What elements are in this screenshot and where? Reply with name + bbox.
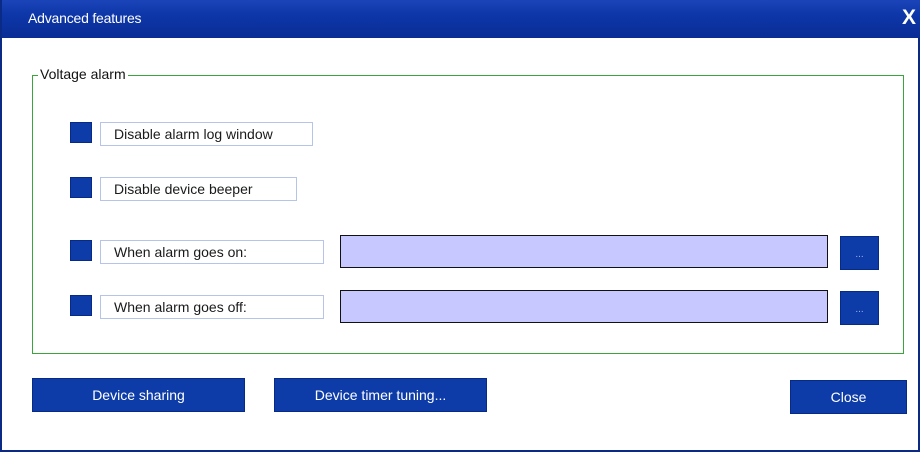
voltage-alarm-legend: Voltage alarm [38, 66, 128, 82]
title-bar[interactable]: Advanced features X [2, 0, 920, 38]
alarm-on-checkbox[interactable] [70, 240, 92, 261]
device-sharing-button[interactable]: Device sharing [32, 378, 245, 412]
alarm-on-command-field[interactable] [340, 235, 828, 268]
disable-device-beeper-checkbox[interactable] [70, 177, 92, 198]
close-icon[interactable]: X [900, 6, 918, 30]
disable-alarm-log-label: Disable alarm log window [100, 122, 313, 146]
window-title: Advanced features [28, 10, 142, 26]
alarm-off-label: When alarm goes off: [100, 295, 324, 319]
alarm-on-label: When alarm goes on: [100, 240, 324, 264]
advanced-features-dialog: Advanced features X Voltage alarm Disabl… [0, 0, 920, 452]
device-timer-tuning-button[interactable]: Device timer tuning... [274, 378, 487, 412]
disable-alarm-log-checkbox[interactable] [70, 122, 92, 143]
disable-device-beeper-label: Disable device beeper [100, 177, 297, 201]
alarm-off-browse-button[interactable]: ... [840, 291, 879, 325]
alarm-on-browse-button[interactable]: ... [840, 236, 879, 270]
alarm-off-command-field[interactable] [340, 290, 828, 323]
close-button[interactable]: Close [790, 380, 907, 414]
alarm-off-checkbox[interactable] [70, 295, 92, 316]
